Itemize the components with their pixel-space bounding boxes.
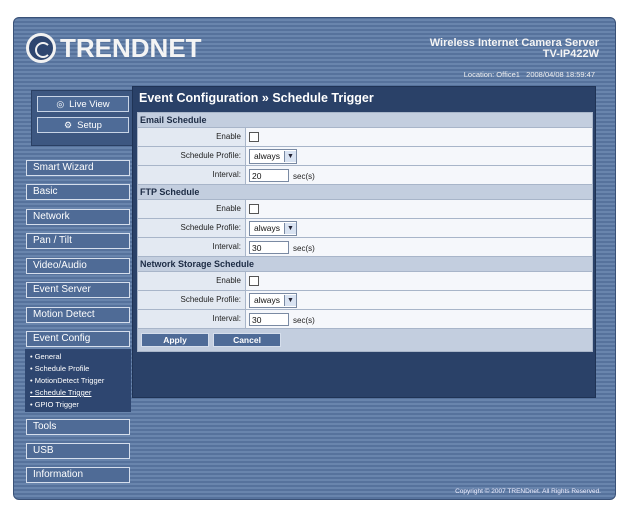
email-interval-input[interactable]: 20 (249, 168, 289, 182)
ftp-enable-checkbox[interactable] (249, 204, 259, 214)
ftp-interval-input[interactable]: 30 (249, 240, 289, 254)
ftp-profile-label: Schedule Profile: (138, 219, 246, 237)
nas-profile-label: Schedule Profile: (138, 291, 246, 309)
email-profile-select[interactable]: always ▼ (249, 148, 297, 164)
product-title: Wireless Internet Camera Server TV-IP422… (430, 38, 599, 60)
header: TRENDNET Wireless Internet Camera Server… (14, 18, 615, 90)
location-status: Location: Office1 2008/04/08 18:59:47 (464, 70, 595, 79)
live-view-button[interactable]: ◎ Live View (37, 96, 129, 112)
nas-profile-select[interactable]: always ▼ (249, 292, 297, 308)
setup-label: Setup (77, 119, 102, 131)
menu-tools[interactable]: Tools (26, 419, 130, 435)
form-actions: Apply Cancel (138, 329, 592, 351)
nas-interval-label: Interval: (138, 310, 246, 328)
nas-schedule-header: Network Storage Schedule (138, 257, 592, 272)
menu-event-config[interactable]: Event Config (26, 331, 130, 347)
cancel-button[interactable]: Cancel (213, 333, 281, 347)
menu-pan-tilt[interactable]: Pan / Tilt (26, 233, 130, 249)
datetime: 2008/04/08 18:59:47 (526, 70, 595, 79)
submenu-schedule-trigger[interactable]: • Schedule Trigger (30, 387, 131, 399)
location-label: Location: (463, 70, 495, 79)
trendnet-logo: TRENDNET (26, 28, 202, 68)
ftp-profile-row: Schedule Profile: always ▼ (138, 219, 592, 238)
submenu-gpio-trigger[interactable]: • GPIO Trigger (30, 399, 131, 411)
submenu-general[interactable]: • General (30, 351, 131, 363)
menu-smart-wizard[interactable]: Smart Wizard (26, 160, 130, 176)
email-enable-label: Enable (138, 128, 246, 146)
submenu-motiondetect-trigger[interactable]: • MotionDetect Trigger (30, 375, 131, 387)
chevron-down-icon: ▼ (283, 222, 296, 234)
setup-button[interactable]: ⚙ Setup (37, 117, 129, 133)
ftp-enable-label: Enable (138, 200, 246, 218)
menu-network[interactable]: Network (26, 209, 130, 225)
email-profile-row: Schedule Profile: always ▼ (138, 147, 592, 166)
nas-interval-unit: sec(s) (293, 316, 315, 325)
menu-information[interactable]: Information (26, 467, 130, 483)
gear-icon: ⚙ (64, 119, 73, 130)
menu-basic[interactable]: Basic (26, 184, 130, 200)
ftp-interval-row: Interval: 30 sec(s) (138, 238, 592, 257)
email-schedule-header: Email Schedule (138, 113, 592, 128)
live-view-label: Live View (69, 98, 110, 110)
location-value: Office1 (496, 70, 520, 79)
nas-enable-label: Enable (138, 272, 246, 290)
email-profile-value: always (254, 151, 280, 161)
ftp-schedule-header: FTP Schedule (138, 185, 592, 200)
ftp-interval-label: Interval: (138, 238, 246, 256)
nas-enable-checkbox[interactable] (249, 276, 259, 286)
chevron-down-icon: ▼ (283, 294, 296, 306)
app-frame: TRENDNET Wireless Internet Camera Server… (13, 17, 616, 500)
email-enable-row: Enable (138, 128, 592, 147)
logo-text: TRENDNET (60, 32, 202, 63)
email-profile-label: Schedule Profile: (138, 147, 246, 165)
submenu-schedule-profile[interactable]: • Schedule Profile (30, 363, 131, 375)
menu-motion-detect[interactable]: Motion Detect (26, 307, 130, 323)
top-buttons: ◎ Live View ⚙ Setup (31, 90, 139, 146)
logo-icon (26, 33, 56, 63)
email-interval-label: Interval: (138, 166, 246, 184)
nas-interval-input[interactable]: 30 (249, 312, 289, 326)
product-model: TV-IP422W (542, 48, 599, 60)
menu-video-audio[interactable]: Video/Audio (26, 258, 130, 274)
nas-enable-row: Enable (138, 272, 592, 291)
copyright-footer: Copyright © 2007 TRENDnet. All Rights Re… (455, 488, 601, 495)
ftp-profile-value: always (254, 223, 280, 233)
camera-eye-icon: ◎ (56, 98, 65, 109)
email-enable-checkbox[interactable] (249, 132, 259, 142)
event-config-submenu: • General • Schedule Profile • MotionDet… (25, 349, 131, 412)
apply-button[interactable]: Apply (141, 333, 209, 347)
page-title: Event Configuration » Schedule Trigger (139, 91, 374, 105)
chevron-down-icon: ▼ (283, 150, 296, 162)
nas-profile-value: always (254, 295, 280, 305)
ftp-interval-unit: sec(s) (293, 244, 315, 253)
email-interval-row: Interval: 20 sec(s) (138, 166, 592, 185)
menu-usb[interactable]: USB (26, 443, 130, 459)
ftp-enable-row: Enable (138, 200, 592, 219)
schedule-trigger-form: Email Schedule Enable Schedule Profile: … (137, 112, 593, 352)
menu-event-server[interactable]: Event Server (26, 282, 130, 298)
main-content: Event Configuration » Schedule Trigger E… (132, 86, 596, 398)
ftp-profile-select[interactable]: always ▼ (249, 220, 297, 236)
nas-interval-row: Interval: 30 sec(s) (138, 310, 592, 329)
email-interval-unit: sec(s) (293, 172, 315, 181)
nas-profile-row: Schedule Profile: always ▼ (138, 291, 592, 310)
